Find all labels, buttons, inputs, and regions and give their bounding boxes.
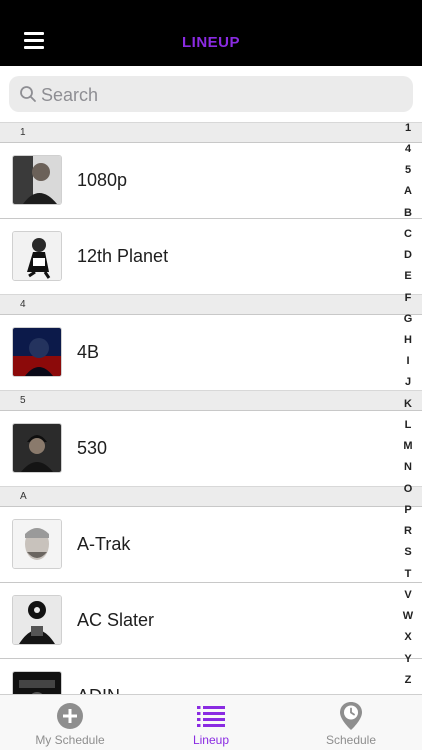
section-header-5: 5 bbox=[0, 390, 422, 410]
tab-my-schedule[interactable]: My Schedule bbox=[0, 695, 140, 751]
artist-thumbnail bbox=[12, 671, 62, 694]
index-letter[interactable]: Y bbox=[398, 652, 418, 666]
artist-name: A-Trak bbox=[77, 534, 131, 554]
index-letter[interactable]: N bbox=[398, 460, 418, 474]
index-letter[interactable]: T bbox=[398, 567, 418, 581]
index-letter[interactable]: 5 bbox=[398, 163, 418, 177]
lineup-list: 1 1080p 12th Planet 4 4B 5 530 A A-Trak … bbox=[0, 122, 422, 694]
list-item[interactable]: 4B bbox=[0, 314, 422, 390]
list-item[interactable]: ADIN bbox=[0, 658, 422, 694]
index-letter[interactable]: A bbox=[398, 184, 418, 198]
search-bar bbox=[9, 76, 413, 114]
list-item[interactable]: AC Slater bbox=[0, 582, 422, 658]
index-letter[interactable]: M bbox=[398, 439, 418, 453]
artist-thumbnail bbox=[12, 155, 62, 205]
list-item[interactable]: 1080p bbox=[0, 142, 422, 218]
artist-name: ADIN bbox=[77, 659, 120, 694]
list-item[interactable]: 530 bbox=[0, 410, 422, 486]
artist-thumbnail bbox=[12, 327, 62, 377]
artist-name: AC Slater bbox=[77, 610, 155, 630]
bottom-tab-bar: My Schedule Lineup Schedule bbox=[0, 694, 422, 750]
index-letter[interactable]: V bbox=[398, 588, 418, 602]
artist-thumbnail bbox=[12, 231, 62, 281]
artist-thumbnail bbox=[12, 423, 62, 473]
top-header: LINEUP bbox=[0, 0, 422, 66]
section-header-1: 1 bbox=[0, 122, 422, 142]
index-letter[interactable]: X bbox=[398, 630, 418, 644]
index-letter[interactable]: S bbox=[398, 545, 418, 559]
tab-label: My Schedule bbox=[35, 733, 105, 747]
index-letter[interactable]: 4 bbox=[398, 142, 418, 156]
index-letter[interactable]: J bbox=[398, 375, 418, 389]
search-input[interactable] bbox=[39, 76, 403, 114]
index-letter[interactable]: 1 bbox=[398, 121, 418, 135]
index-letter[interactable]: F bbox=[398, 291, 418, 305]
index-letter[interactable]: Z bbox=[398, 673, 418, 687]
tab-schedule[interactable]: Schedule bbox=[281, 695, 421, 751]
page-title: LINEUP bbox=[181, 34, 240, 51]
index-letter[interactable]: L bbox=[398, 418, 418, 432]
list-icon bbox=[197, 706, 225, 727]
add-circle-icon bbox=[57, 703, 83, 729]
artist-thumbnail bbox=[12, 595, 62, 645]
list-item[interactable]: 12th Planet bbox=[0, 218, 422, 294]
index-letter[interactable]: D bbox=[398, 248, 418, 262]
index-letter[interactable]: B bbox=[398, 206, 418, 220]
tab-label: Lineup bbox=[192, 733, 230, 747]
section-header-a: A bbox=[0, 486, 422, 506]
artist-thumbnail bbox=[12, 519, 62, 569]
index-letter[interactable]: I bbox=[398, 354, 418, 368]
index-letter[interactable]: H bbox=[398, 333, 418, 347]
section-header-4: 4 bbox=[0, 294, 422, 314]
artist-name: 12th Planet bbox=[77, 246, 169, 266]
tab-lineup[interactable]: Lineup bbox=[141, 695, 281, 751]
search-icon bbox=[20, 86, 36, 102]
index-letter[interactable]: R bbox=[398, 524, 418, 538]
index-letter[interactable]: E bbox=[398, 269, 418, 283]
index-letter[interactable]: O bbox=[398, 482, 418, 496]
index-letter[interactable]: K bbox=[398, 397, 418, 411]
artist-name: 530 bbox=[77, 438, 108, 458]
index-letter[interactable]: G bbox=[398, 312, 418, 326]
list-item[interactable]: A-Trak bbox=[0, 506, 422, 582]
index-letter[interactable]: W bbox=[398, 609, 418, 623]
tab-label: Schedule bbox=[325, 733, 377, 747]
index-letter[interactable]: C bbox=[398, 227, 418, 241]
location-clock-icon bbox=[340, 702, 362, 730]
section-index-bar[interactable]: 1 4 5 A B C D E F G H I J K L M N O P R … bbox=[398, 121, 418, 691]
index-letter[interactable]: P bbox=[398, 503, 418, 517]
artist-name: 1080p bbox=[77, 170, 128, 190]
artist-name: 4B bbox=[77, 342, 100, 362]
